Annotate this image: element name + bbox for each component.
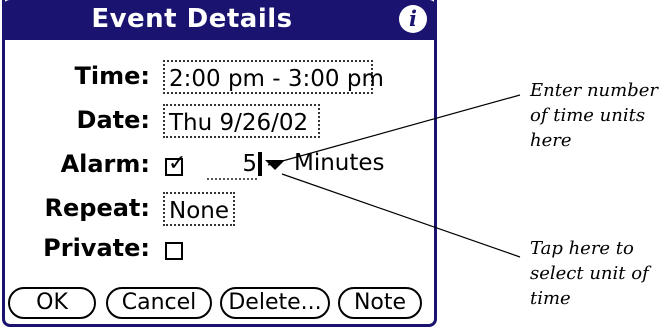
callout-unit-text: Tap here to select unit of time <box>530 238 649 309</box>
callout-line-unit <box>281 173 521 258</box>
callout-number-text: Enter number of time units here <box>530 80 658 151</box>
callout-line-number <box>267 94 521 166</box>
